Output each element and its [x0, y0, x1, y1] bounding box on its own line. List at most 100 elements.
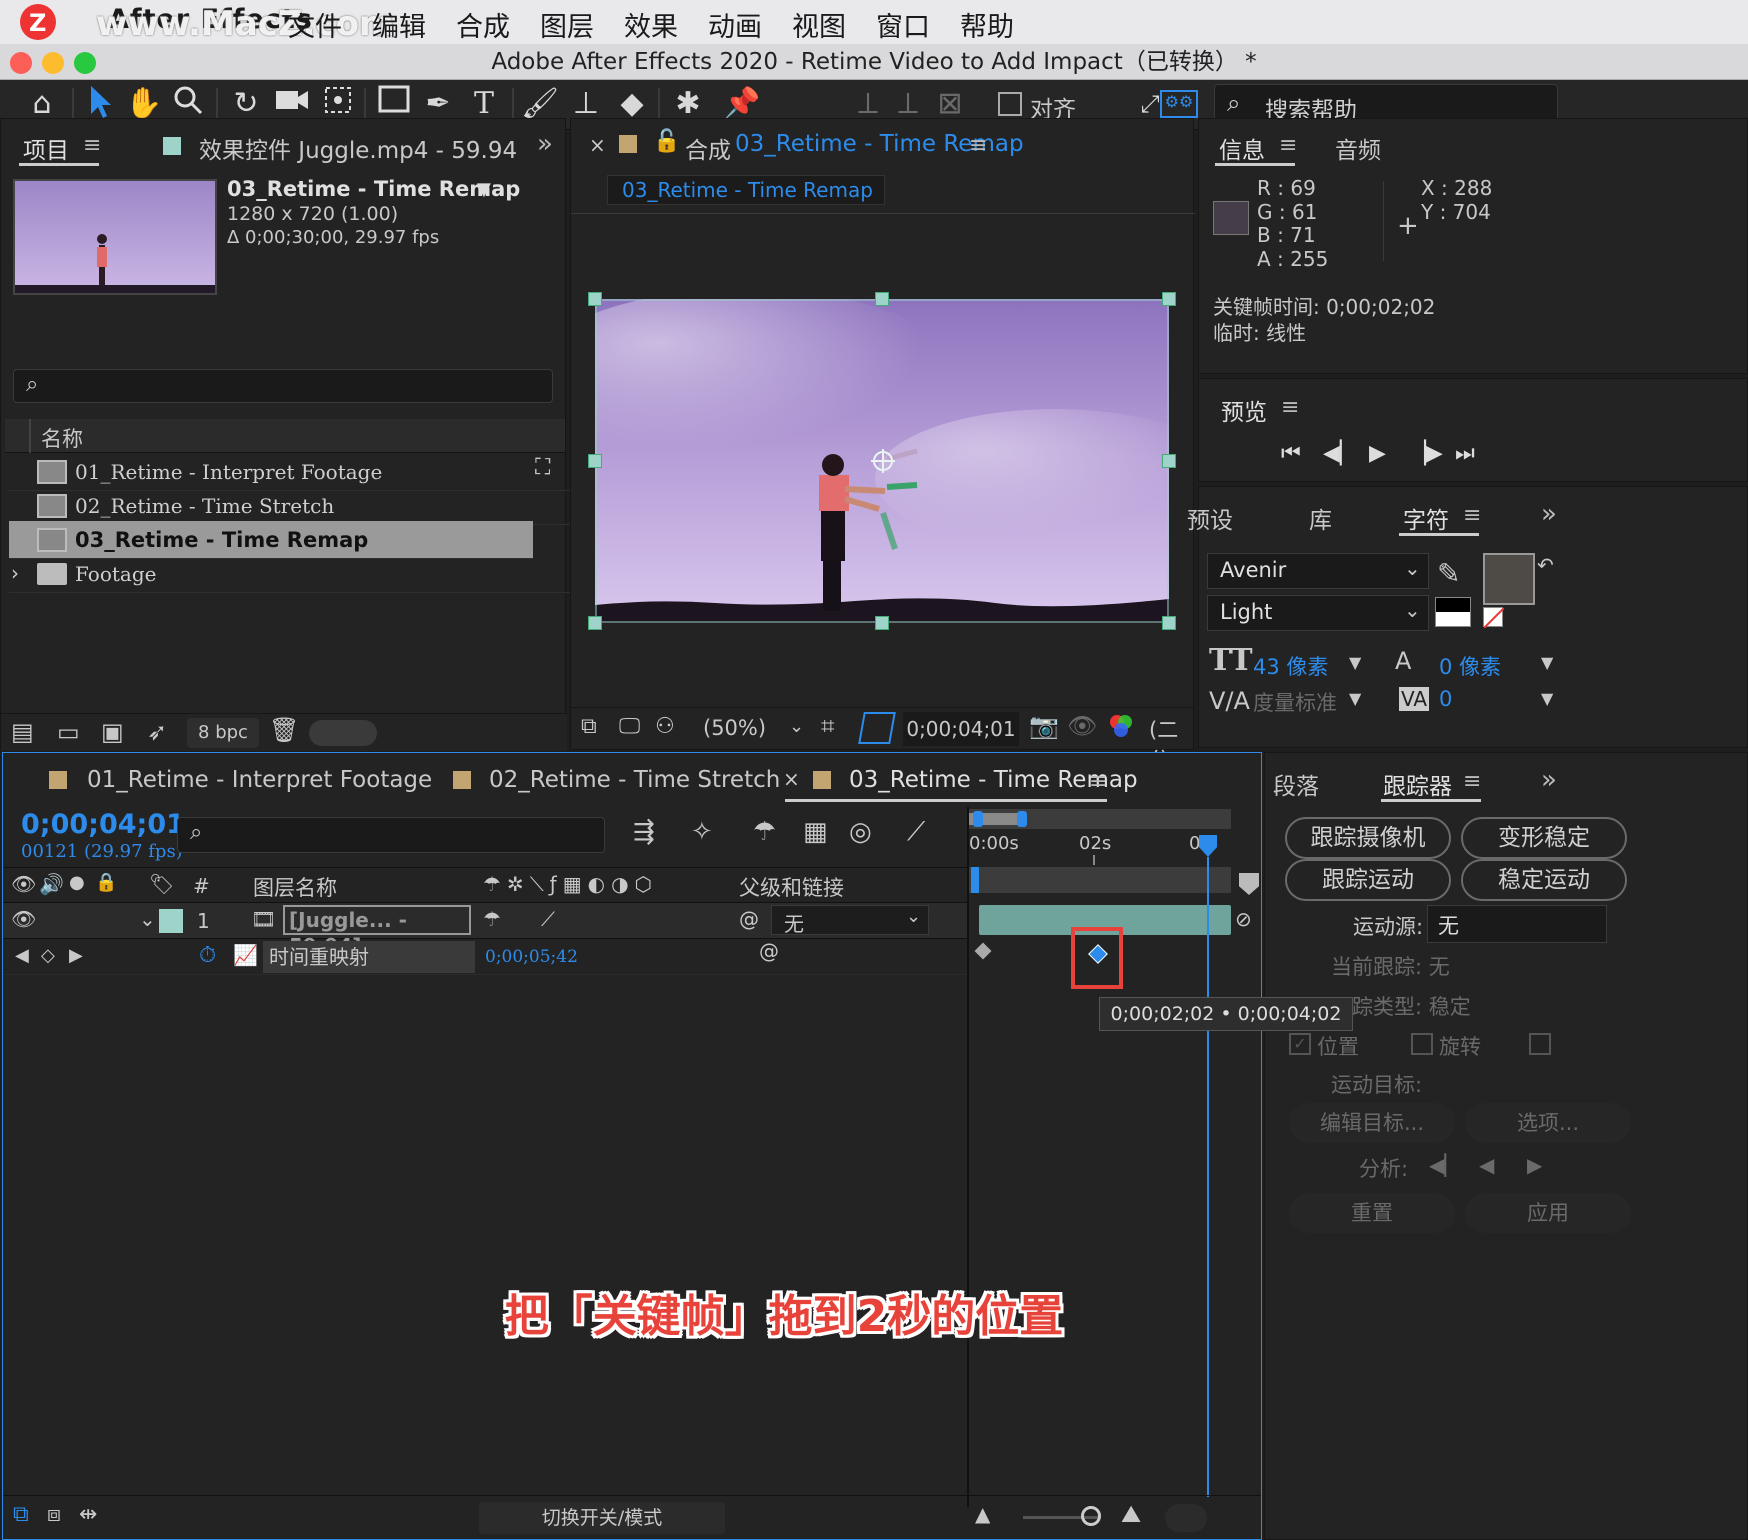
close-tab-icon[interactable]: × [589, 133, 606, 157]
swap-colors-icon[interactable]: ↶ [1537, 553, 1554, 577]
snapshot-icon[interactable]: 📷 [1029, 712, 1059, 740]
bit-depth-button[interactable]: 8 bpc [187, 718, 259, 748]
play-icon[interactable]: ▶ [1369, 441, 1386, 466]
expression-pick-whip-icon[interactable]: @ [759, 939, 779, 963]
stopwatch-icon[interactable]: ⏱ [199, 943, 216, 968]
toggle-switches-modes-button[interactable]: 切换开关/模式 [479, 1502, 725, 1534]
flowchart-icon[interactable]: ⛶ [535, 455, 550, 480]
close-tab-icon[interactable]: × [783, 767, 800, 791]
leading-value[interactable]: 0 像素 [1439, 651, 1501, 681]
menu-effect[interactable]: 效果 [624, 5, 678, 44]
shy-layers-icon[interactable]: ☂ [753, 817, 776, 847]
previous-keyframe-icon[interactable]: ◀ [15, 945, 29, 966]
menu-file[interactable]: 文件 [288, 5, 342, 44]
track-motion-button[interactable]: 跟踪运动 [1285, 859, 1451, 901]
timeline-current-time[interactable]: 0;00;04;01 [21, 809, 185, 840]
quality-switch-icon[interactable]: ⟋ [541, 907, 555, 931]
stabilize-motion-button[interactable]: 稳定运动 [1461, 859, 1627, 901]
add-keyframe-icon[interactable]: ◇ [41, 945, 55, 966]
layer-label-color[interactable] [159, 909, 183, 933]
next-frame-icon[interactable]: ▕▶ [1409, 441, 1443, 466]
magnification-dropdown[interactable]: (50%) ⌄ [695, 714, 811, 746]
new-folder-icon[interactable]: ▭ [57, 718, 80, 746]
comp-viewer[interactable] [525, 289, 1235, 623]
eye-icon[interactable]: 👁 [11, 872, 36, 896]
track-camera-button[interactable]: 跟踪摄像机 [1285, 817, 1451, 859]
no-color-swatch[interactable] [1483, 607, 1505, 629]
panel-overflow-icon[interactable]: » [1541, 499, 1557, 529]
previous-frame-icon[interactable]: ◀▏ [1323, 441, 1357, 466]
transform-handle[interactable] [588, 454, 602, 468]
render-icon[interactable]: ➶ [147, 718, 167, 746]
project-item-selected[interactable]: 03_Retime - Time Remap [9, 521, 533, 559]
transform-handle[interactable] [1162, 454, 1176, 468]
project-folder[interactable]: › Footage [9, 555, 594, 593]
panel-menu-icon[interactable]: ≡ [969, 133, 987, 158]
region-of-interest-icon[interactable] [858, 712, 896, 744]
panel-overflow-icon[interactable]: » [537, 129, 553, 159]
timeline-search-input[interactable]: ⌕ [177, 817, 605, 853]
analyze-back-frame-icon[interactable]: ◀ [1479, 1153, 1494, 1177]
transform-handle[interactable] [588, 292, 602, 306]
apply-button[interactable]: 应用 [1465, 1193, 1631, 1233]
kerning-value[interactable]: 度量标准 [1253, 687, 1337, 717]
menu-animation[interactable]: 动画 [708, 5, 762, 44]
font-family-dropdown[interactable]: Avenir ⌄ [1207, 553, 1429, 589]
pick-whip-icon[interactable]: @ [739, 907, 759, 931]
project-item[interactable]: 02_Retime - Time Stretch [9, 487, 594, 525]
timeline-tab[interactable]: 02_Retime - Time Stretch [489, 767, 780, 793]
timeline-tab[interactable]: 01_Retime - Interpret Footage [87, 767, 432, 793]
audio-icon[interactable]: 🔊 [39, 872, 64, 896]
solo-icon[interactable]: ● [69, 872, 85, 893]
font-size-value[interactable]: 43 像素 [1253, 651, 1328, 681]
options-button[interactable]: 选项... [1465, 1103, 1631, 1143]
draft-3d-icon[interactable]: ✧ [691, 817, 713, 847]
grid-icon[interactable]: ⌗ [821, 712, 835, 740]
zoom-slider-handle[interactable] [1081, 1506, 1101, 1526]
workspace-icon[interactable]: ⚙⚙ [1160, 90, 1198, 118]
panel-menu-icon[interactable]: ≡ [1281, 395, 1299, 420]
in-out-toggle-icon[interactable]: ⇹ [79, 1502, 97, 1527]
edit-target-button[interactable]: 编辑目标... [1289, 1103, 1455, 1143]
timeline-navigator[interactable] [1165, 1504, 1207, 1532]
comp-flow-tab[interactable]: 03_Retime - Time Remap [607, 175, 885, 205]
motion-blur-icon[interactable]: ◎ [849, 817, 872, 847]
zoom-in-icon[interactable]: ⛰ [1121, 1500, 1141, 1528]
tracking-value[interactable]: 0 [1439, 687, 1452, 711]
panel-overflow-icon[interactable]: » [1541, 765, 1557, 795]
eye-icon[interactable]: 👁 [11, 907, 36, 931]
eyedropper-icon[interactable]: ✎ [1437, 557, 1460, 590]
transform-handle[interactable] [1162, 616, 1176, 630]
comp-marker-icon[interactable] [1239, 873, 1259, 895]
interpret-footage-icon[interactable]: ▤ [11, 718, 34, 746]
new-composition-icon[interactable]: ▣ [101, 718, 124, 746]
tab-tracker[interactable]: 跟踪器 [1383, 767, 1452, 801]
analyze-backward-icon[interactable]: ◀▏ [1429, 1153, 1460, 1177]
panel-menu-icon[interactable]: ≡ [1463, 503, 1481, 528]
column-layer-name[interactable]: 图层名称 [253, 872, 337, 902]
layer-switches-toggle-icon[interactable]: ⧉ [13, 1502, 29, 1527]
work-area-start[interactable] [973, 811, 983, 827]
parent-dropdown[interactable]: 无 ⌄ [771, 905, 929, 936]
tab-presets[interactable]: 预设 [1187, 501, 1233, 535]
menu-layer[interactable]: 图层 [540, 5, 594, 44]
first-frame-icon[interactable]: ⏮ [1281, 441, 1301, 466]
column-parent[interactable]: 父级和链接 [739, 872, 844, 902]
close-window-button[interactable] [10, 52, 32, 74]
motion-source-dropdown[interactable]: 无 [1427, 905, 1607, 943]
menu-view[interactable]: 视图 [792, 5, 846, 44]
panel-menu-icon[interactable]: ≡ [1279, 133, 1297, 158]
channel-icon[interactable] [1107, 712, 1135, 744]
chevron-down-icon[interactable]: ▼ [1349, 653, 1361, 672]
font-style-dropdown[interactable]: Light ⌄ [1207, 595, 1429, 631]
chevron-right-icon[interactable]: › [11, 561, 19, 585]
reset-button[interactable]: 重置 [1289, 1193, 1455, 1233]
always-preview-icon[interactable]: ⧉ [581, 714, 597, 739]
transform-handle[interactable] [875, 616, 889, 630]
warp-stabilizer-button[interactable]: 变形稳定 [1461, 817, 1627, 859]
menu-edit[interactable]: 编辑 [372, 5, 426, 44]
zoom-window-button[interactable] [74, 52, 96, 74]
tab-effect-controls[interactable]: 效果控件 Juggle.mp4 - 59.94 [199, 131, 517, 165]
tab-audio[interactable]: 音频 [1335, 131, 1381, 165]
thumbnail-slider[interactable] [309, 720, 377, 746]
